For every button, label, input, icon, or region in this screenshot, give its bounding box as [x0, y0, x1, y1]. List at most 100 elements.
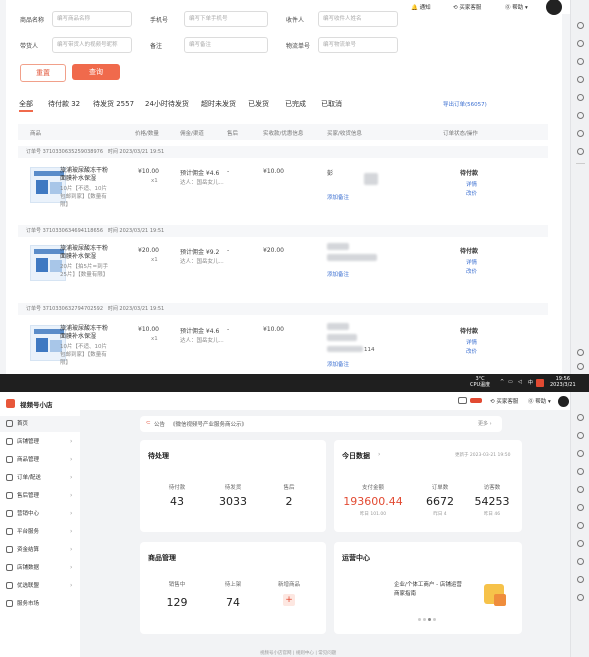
- sidebar-tool-icon[interactable]: [577, 22, 584, 29]
- sidebar-tool-icon[interactable]: [577, 540, 584, 547]
- sidebar-tool-icon[interactable]: [577, 112, 584, 119]
- sidebar-tool-icon[interactable]: [577, 594, 584, 601]
- clock[interactable]: 19:56 2023/3/21: [550, 376, 576, 388]
- chevron-right-icon[interactable]: ›: [378, 451, 380, 458]
- on-sale-value[interactable]: 129: [152, 596, 202, 609]
- sidebar-item-shop[interactable]: 店铺管理 ›: [0, 434, 80, 450]
- tab-shipped[interactable]: 已发货: [248, 99, 269, 109]
- notify-button[interactable]: 🔔 通知: [411, 3, 431, 11]
- sidebar-item-goods[interactable]: 商品管理 ›: [0, 452, 80, 468]
- receiver-input[interactable]: 编写收件人姓名: [318, 11, 398, 27]
- sidebar-item-settlement[interactable]: 资金结算 ›: [0, 542, 80, 558]
- product-name-input[interactable]: 编写商品名称: [52, 11, 132, 27]
- ops-banner-line1[interactable]: 企业/个体工商户 - 店铺运营: [394, 580, 462, 588]
- tab-pending-ship[interactable]: 待发货 2557: [93, 99, 134, 109]
- tab-pending-payment[interactable]: 待付款 32: [48, 99, 80, 109]
- tray-chevron-icon[interactable]: ^: [500, 379, 504, 385]
- ops-banner-line2[interactable]: 商家指南: [394, 589, 416, 597]
- query-button[interactable]: 查询: [72, 64, 120, 80]
- order-change-price-link[interactable]: 改价: [466, 189, 477, 197]
- visitor-yesterday: 昨日 46: [483, 512, 501, 517]
- sidebar-tool-icon[interactable]: [577, 76, 584, 83]
- sidebar-item-market[interactable]: 服务市场: [0, 596, 80, 612]
- pay-amount-value[interactable]: 193600.44: [338, 495, 408, 508]
- add-remark-link[interactable]: 添加备注: [327, 360, 349, 368]
- order-change-price-link[interactable]: 改价: [466, 267, 477, 275]
- carousel-dot[interactable]: [428, 618, 431, 621]
- sidebar-tool-icon[interactable]: [577, 349, 584, 356]
- order-detail-link[interactable]: 详情: [466, 258, 477, 266]
- reset-button[interactable]: 重置: [20, 64, 66, 82]
- help-button[interactable]: ⓪ 帮助 ▾: [505, 3, 528, 11]
- add-goods-button[interactable]: +: [283, 594, 295, 606]
- sidebar-item-alliance[interactable]: 优选联盟 ›: [0, 578, 80, 594]
- sidebar-tool-icon[interactable]: [577, 432, 584, 439]
- sidebar-item-platform[interactable]: 平台服务 ›: [0, 524, 80, 540]
- sidebar-tool-icon[interactable]: [577, 522, 584, 529]
- sidebar-tool-icon[interactable]: [577, 504, 584, 511]
- carousel-dot[interactable]: [418, 618, 421, 621]
- settings-icon[interactable]: [577, 363, 584, 370]
- avatar[interactable]: [546, 0, 562, 15]
- notify-icon[interactable]: [458, 397, 467, 404]
- service-button[interactable]: ⟲ 买家客服: [453, 3, 481, 11]
- volume-icon[interactable]: ◁: [518, 379, 522, 385]
- help-button[interactable]: ⓪ 帮助 ▾: [528, 397, 551, 405]
- sidebar-tool-icon[interactable]: [577, 40, 584, 47]
- sidebar-tool-icon[interactable]: [577, 130, 584, 137]
- add-remark-link[interactable]: 添加备注: [327, 270, 349, 278]
- add-remark-link[interactable]: 添加备注: [327, 193, 349, 201]
- sidebar-tool-icon[interactable]: [577, 94, 584, 101]
- pending-ship-value[interactable]: 3033: [208, 495, 258, 508]
- carousel-dot[interactable]: [433, 618, 436, 621]
- notice-more-link[interactable]: 更多 ›: [478, 420, 492, 427]
- order-detail-link[interactable]: 详情: [466, 338, 477, 346]
- notice-bar[interactable]: ⊂ 公告 《微信视频号产业服务商公示》 更多 ›: [140, 416, 502, 432]
- footer-link[interactable]: 常见问题: [318, 651, 336, 656]
- sidebar-item-aftersale[interactable]: 售后管理 ›: [0, 488, 80, 504]
- sidebar-item-data[interactable]: 店铺数据 ›: [0, 560, 80, 576]
- to-list-value[interactable]: 74: [208, 596, 258, 609]
- remark-input[interactable]: 编写备注: [184, 37, 268, 53]
- pending-payment-value[interactable]: 43: [152, 495, 202, 508]
- phone-input[interactable]: 编写下单手机号: [184, 11, 268, 27]
- tracking-input[interactable]: 编写物流单号: [318, 37, 398, 53]
- ime-icon[interactable]: 中: [528, 379, 533, 386]
- sidebar-tool-icon[interactable]: [577, 486, 584, 493]
- sidebar-tool-icon[interactable]: [577, 148, 584, 155]
- visitor-value[interactable]: 54253: [466, 495, 518, 508]
- weather-widget[interactable]: 3°C CPU温度: [470, 376, 490, 388]
- promoter-input[interactable]: 编写带货人的视频号昵称: [52, 37, 132, 53]
- tab-all[interactable]: 全部: [19, 99, 33, 109]
- tab-cancelled[interactable]: 已取消: [321, 99, 342, 109]
- sidebar-item-marketing[interactable]: 营销中心 ›: [0, 506, 80, 522]
- sidebar-tool-icon[interactable]: [577, 558, 584, 565]
- service-button[interactable]: ⟲ 买家客服: [490, 397, 518, 405]
- sidebar-tool-icon[interactable]: [577, 450, 584, 457]
- carousel-dot[interactable]: [423, 618, 426, 621]
- product-title[interactable]: 旅浦玻尿酸冻干粉面膜补水保湿: [60, 245, 110, 261]
- tray-app-icon[interactable]: [536, 379, 544, 387]
- export-orders-link[interactable]: 导出订单(56057): [443, 100, 487, 108]
- sidebar-tool-icon[interactable]: [577, 414, 584, 421]
- network-icon[interactable]: ▭: [508, 379, 513, 385]
- order-count-value[interactable]: 6672: [414, 495, 466, 508]
- avatar[interactable]: [558, 396, 569, 407]
- tab-24h-ship[interactable]: 24小时待发货: [145, 99, 189, 109]
- sidebar-item-orders[interactable]: 订单/配送 ›: [0, 470, 80, 486]
- product-title[interactable]: 旅浦玻尿酸冻干粉面膜补水保湿: [60, 167, 110, 183]
- footer-link[interactable]: 视频号小店官网: [260, 651, 292, 656]
- product-title[interactable]: 旅浦玻尿酸冻干粉面膜补水保湿: [60, 325, 110, 341]
- col-aftersale: 售后: [227, 131, 239, 137]
- notice-text[interactable]: 《微信视频号产业服务商公示》: [170, 420, 247, 428]
- order-change-price-link[interactable]: 改价: [466, 347, 477, 355]
- tab-overdue[interactable]: 超时未发货: [201, 99, 236, 109]
- sidebar-tool-icon[interactable]: [577, 58, 584, 65]
- sidebar-tool-icon[interactable]: [577, 576, 584, 583]
- aftersale-value[interactable]: 2: [264, 495, 314, 508]
- sidebar-tool-icon[interactable]: [577, 468, 584, 475]
- order-detail-link[interactable]: 详情: [466, 180, 477, 188]
- footer-link[interactable]: 规则中心: [296, 651, 314, 656]
- tab-completed[interactable]: 已完成: [285, 99, 306, 109]
- sidebar-item-home[interactable]: 首页: [0, 416, 80, 432]
